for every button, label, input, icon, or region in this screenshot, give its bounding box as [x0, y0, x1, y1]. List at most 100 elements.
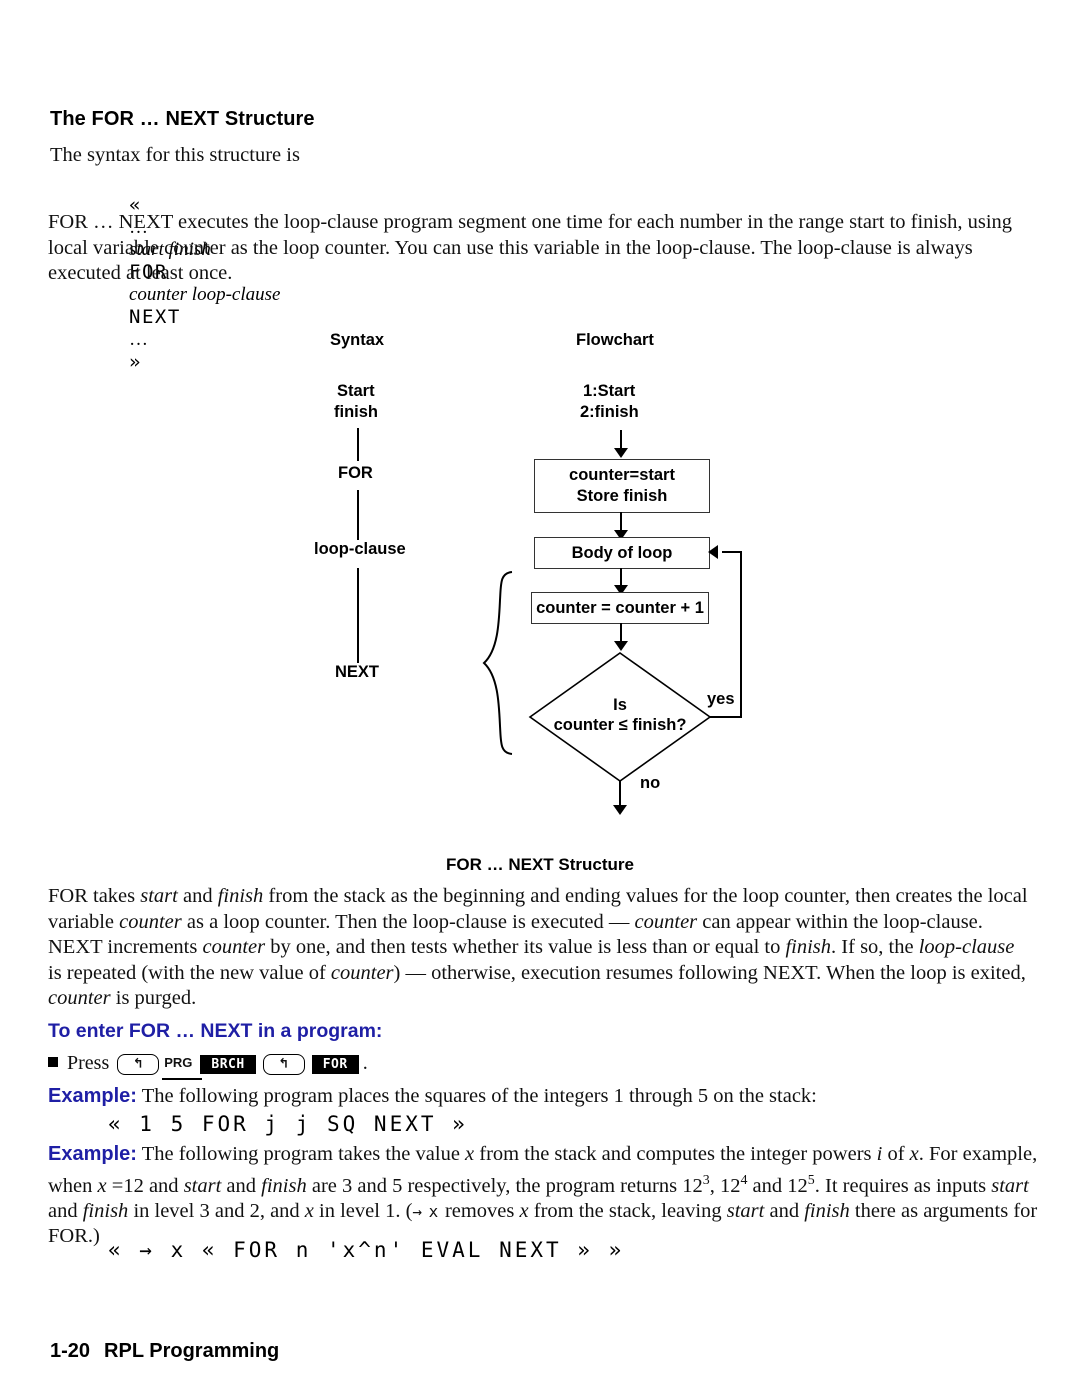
e2-t14: removes: [439, 1199, 520, 1222]
figure-col-header-flowchart: Flowchart: [576, 331, 654, 349]
intro-line: The syntax for this structure is: [50, 144, 300, 166]
arrowhead-into-body-loopback: [708, 545, 718, 559]
keystroke-instruction: Press ↰ PRG BRCH ↰ FOR.: [48, 1050, 368, 1079]
e2-x2: x: [909, 1143, 919, 1165]
e2-t15: from the stack, leaving: [528, 1199, 727, 1222]
press-label: Press: [67, 1051, 110, 1074]
p2-g: as a loop counter. Then the loop-clause …: [181, 910, 635, 933]
flow-box-increment: counter = counter + 1: [531, 592, 709, 624]
p2-j: counter: [202, 936, 266, 958]
syntax-connector-3: [357, 568, 359, 663]
example-1-text: The following program places the squares…: [136, 1085, 817, 1107]
softkey-for[interactable]: FOR: [311, 1054, 359, 1074]
e2-s2: start: [991, 1174, 1029, 1197]
stack-arrow-glyph: →: [412, 1201, 424, 1221]
e2-x1: x: [465, 1143, 475, 1165]
yes-branch-return: [722, 551, 741, 553]
e2-f2: finish: [82, 1199, 129, 1222]
page-title: The FOR … NEXT Structure: [50, 108, 315, 130]
p2-a: FOR takes: [48, 885, 141, 907]
e2-t7: are 3 and 5 respectively, the program re…: [306, 1174, 703, 1197]
e2-s3: start: [726, 1199, 765, 1222]
p2-b: start: [140, 885, 178, 907]
e2-t8: , 12: [709, 1174, 741, 1197]
flowchart-figure: Syntax Flowchart Start finish FOR loop-c…: [0, 318, 1080, 878]
p2-c: and: [177, 885, 218, 907]
e2-t12: in level 3 and 2, and: [128, 1199, 305, 1222]
e2-s1: start: [183, 1174, 222, 1197]
keystroke-sequence: ↰ PRG BRCH ↰ FOR.: [114, 1050, 368, 1079]
example-2-paragraph: Example: The following program takes the…: [48, 1142, 1043, 1250]
left-shift-key-icon[interactable]: ↰: [117, 1053, 160, 1075]
page-footer: 1-20 RPL Programming: [50, 1340, 279, 1363]
shift-arrow-glyph: ↰: [132, 1056, 144, 1072]
example-2-code: « → x « FOR n 'x^n' EVAL NEXT » »: [108, 1238, 625, 1262]
loop-span-brace: [476, 570, 516, 761]
arrowhead-into-decision: [614, 641, 628, 651]
p2-l: finish: [785, 936, 832, 958]
footer-title: RPL Programming: [104, 1340, 280, 1362]
arrowhead-exit-loop: [613, 805, 627, 815]
figure-col-header-syntax: Syntax: [330, 331, 385, 349]
syntax-step-start: Start: [337, 382, 375, 400]
e2-t16: and: [764, 1199, 805, 1222]
p2-n: loop-clause: [918, 936, 1015, 958]
p2-k: by one, and then tests whether its value…: [265, 936, 786, 958]
decision-text-line1: Is: [613, 696, 627, 714]
yes-branch-vertical: [740, 551, 742, 718]
example-1-label: Example:: [48, 1085, 137, 1107]
e2-f1: finish: [261, 1174, 307, 1197]
branch-label-yes: yes: [707, 690, 735, 708]
paragraph-description: FOR takes start and finish from the stac…: [48, 884, 1033, 1012]
p2-m: . If so, the: [831, 936, 919, 958]
stack-x-glyph: x: [428, 1201, 440, 1221]
bullet-square-icon: [48, 1056, 58, 1067]
yes-branch-horizontal: [710, 716, 742, 718]
flow-box-body-of-loop: Body of loop: [534, 537, 710, 569]
syntax-step-for: FOR: [338, 464, 373, 482]
p2-d: finish: [217, 885, 264, 907]
syntax-step-finish: finish: [334, 403, 378, 421]
syntax-params: counter loop-clause: [129, 284, 281, 305]
flow-box-initialize-line2: Store finish: [576, 487, 668, 505]
document-page: The FOR … NEXT Structure The syntax for …: [0, 0, 1080, 1397]
stack-level-2: 2:finish: [580, 403, 639, 421]
p2-f: counter: [119, 910, 182, 933]
sentence-period: .: [362, 1051, 368, 1074]
e2-t6: and: [221, 1174, 262, 1197]
p2-o: is repeated (with the new value of: [48, 961, 331, 984]
e2-t10: . It requires as inputs: [814, 1174, 992, 1197]
enter-program-heading: To enter FOR … NEXT in a program:: [48, 1020, 383, 1042]
e2-t1: The following program takes the value: [136, 1143, 466, 1165]
e2-t13: in level 1. (: [313, 1199, 413, 1222]
flow-box-initialize: counter=start Store finish: [534, 459, 710, 513]
e2-x3: x: [97, 1174, 107, 1197]
syntax-step-next: NEXT: [335, 663, 380, 681]
p2-s: is purged.: [110, 987, 197, 1009]
paragraph-overview: FOR … NEXT executes the loop-clause prog…: [48, 211, 1013, 284]
flow-box-initialize-line1: counter=start: [569, 466, 675, 484]
example-1-paragraph: Example: The following program places th…: [48, 1084, 1048, 1110]
p2-r: counter: [48, 987, 111, 1009]
footer-page-number: 1-20: [50, 1340, 91, 1362]
e2-exp-3: 3: [702, 1172, 710, 1188]
syntax-step-loop-clause: loop-clause: [314, 540, 406, 558]
e2-t9: and 12: [747, 1174, 808, 1197]
flow-decision-diamond: Is counter ≤ finish?: [528, 651, 712, 783]
syntax-connector-1: [357, 428, 359, 461]
p2-q: ) — otherwise, execution resumes followi…: [393, 961, 1026, 984]
left-shift-key-icon-2[interactable]: ↰: [262, 1053, 305, 1075]
p2-h: counter: [634, 910, 698, 933]
decision-text-line2: counter ≤ finish?: [553, 716, 687, 734]
shift-arrow-glyph-2: ↰: [278, 1056, 290, 1072]
e2-x4: x: [304, 1199, 314, 1222]
example-2-label: Example:: [48, 1143, 137, 1165]
p2-p: counter: [330, 961, 394, 984]
figure-caption: FOR … NEXT Structure: [446, 855, 634, 874]
e2-x5: x: [519, 1199, 529, 1222]
e2-t2: from the stack and computes the integer …: [474, 1143, 877, 1165]
example-1-code: « 1 5 FOR j j SQ NEXT »: [108, 1112, 468, 1136]
arrowhead-into-init: [614, 448, 628, 458]
softkey-brch[interactable]: BRCH: [200, 1054, 256, 1074]
e2-t5: =12 and: [106, 1174, 184, 1197]
